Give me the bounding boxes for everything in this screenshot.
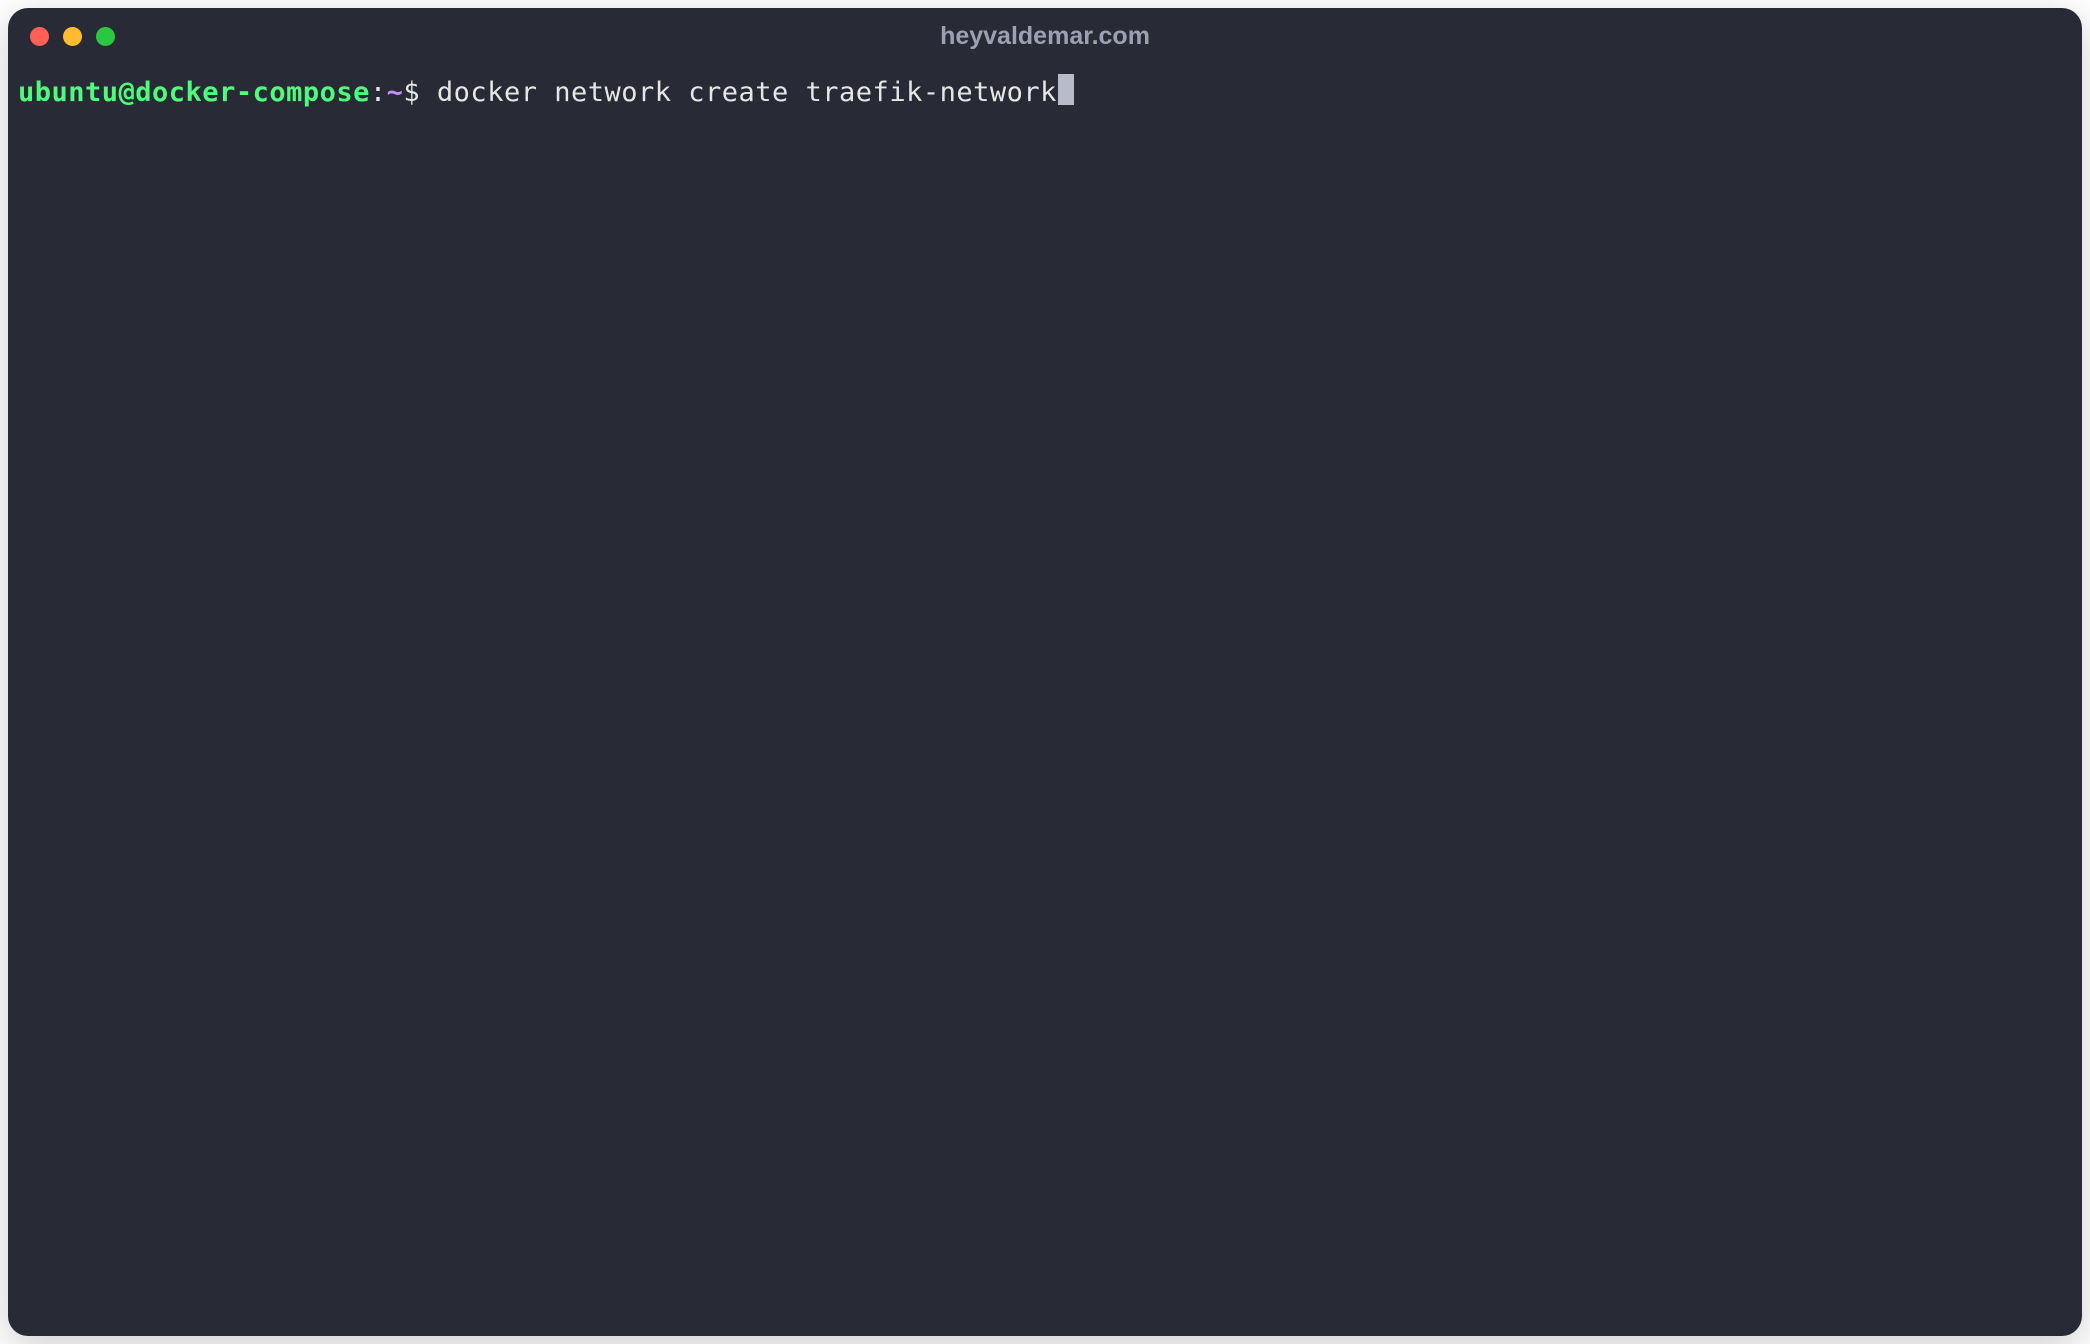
prompt-dollar: $ (403, 74, 437, 112)
prompt-path: ~ (387, 74, 404, 112)
terminal-body[interactable]: ubuntu@docker-compose:~$ docker network … (8, 64, 2082, 1336)
prompt-user-host: ubuntu@docker-compose (18, 74, 370, 112)
command-text: docker network create traefik-network (437, 74, 1057, 112)
maximize-button[interactable] (96, 27, 115, 46)
window-title: heyvaldemar.com (940, 22, 1150, 51)
prompt-line: ubuntu@docker-compose:~$ docker network … (18, 74, 2072, 112)
titlebar: heyvaldemar.com (8, 8, 2082, 64)
traffic-lights (30, 27, 115, 46)
close-button[interactable] (30, 27, 49, 46)
terminal-window: heyvaldemar.com ubuntu@docker-compose:~$… (8, 8, 2082, 1336)
cursor-icon (1058, 74, 1074, 105)
minimize-button[interactable] (63, 27, 82, 46)
prompt-colon: : (370, 74, 387, 112)
